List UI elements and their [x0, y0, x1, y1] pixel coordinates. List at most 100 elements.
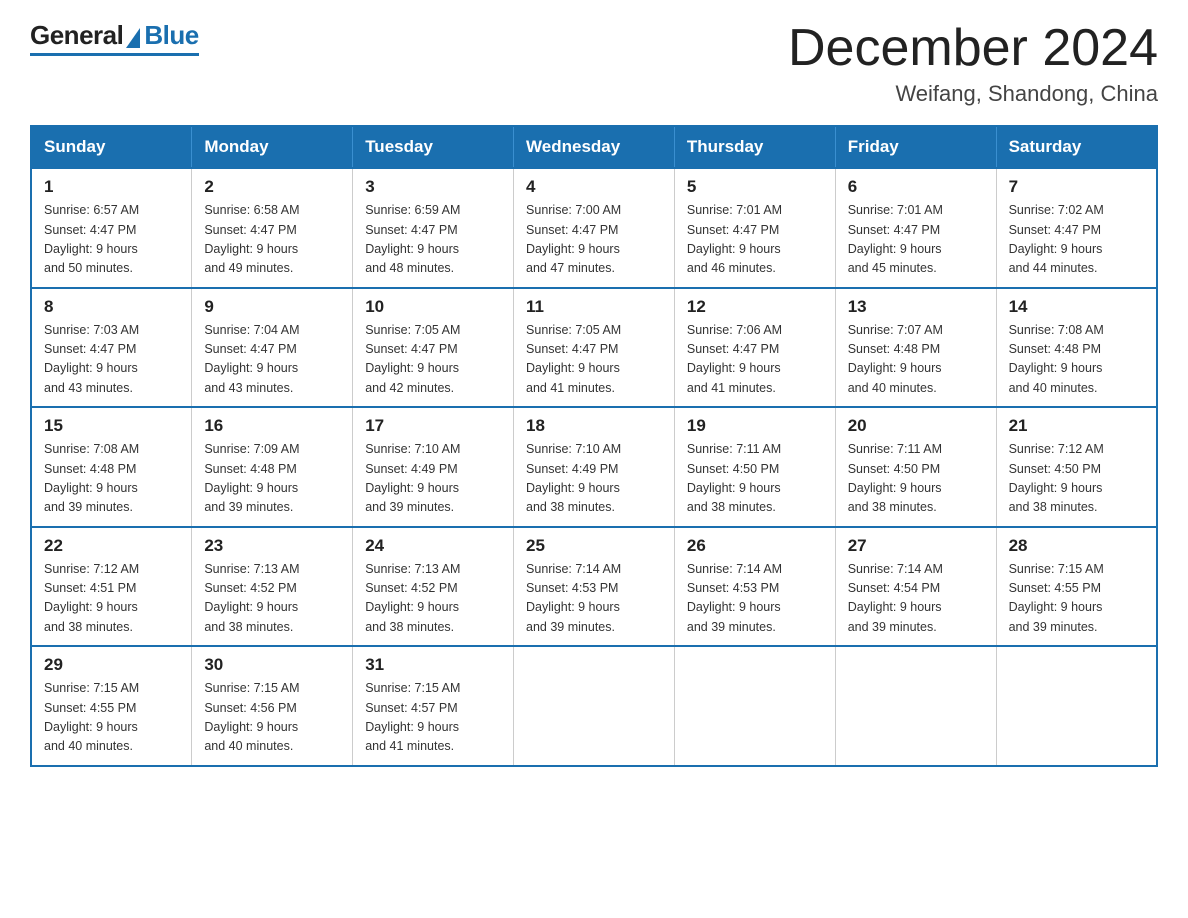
logo-general-text: General — [30, 20, 123, 51]
day-info: Sunrise: 7:04 AMSunset: 4:47 PMDaylight:… — [204, 321, 340, 399]
weekday-header-cell: Sunday — [31, 126, 192, 168]
day-info: Sunrise: 7:11 AMSunset: 4:50 PMDaylight:… — [848, 440, 984, 518]
calendar-day-cell: 13 Sunrise: 7:07 AMSunset: 4:48 PMDayligh… — [835, 288, 996, 408]
day-number: 10 — [365, 297, 501, 317]
day-info: Sunrise: 6:59 AMSunset: 4:47 PMDaylight:… — [365, 201, 501, 279]
day-info: Sunrise: 7:06 AMSunset: 4:47 PMDaylight:… — [687, 321, 823, 399]
calendar-day-cell: 4 Sunrise: 7:00 AMSunset: 4:47 PMDaylight… — [514, 168, 675, 288]
day-number: 27 — [848, 536, 984, 556]
calendar-day-cell: 12 Sunrise: 7:06 AMSunset: 4:47 PMDayligh… — [674, 288, 835, 408]
day-number: 1 — [44, 177, 179, 197]
calendar-week-row: 8 Sunrise: 7:03 AMSunset: 4:47 PMDaylight… — [31, 288, 1157, 408]
calendar-week-row: 22Sunrise: 7:12 AMSunset: 4:51 PMDayligh… — [31, 527, 1157, 647]
day-number: 29 — [44, 655, 179, 675]
calendar-week-row: 1 Sunrise: 6:57 AMSunset: 4:47 PMDaylight… — [31, 168, 1157, 288]
day-number: 7 — [1009, 177, 1144, 197]
day-number: 8 — [44, 297, 179, 317]
day-number: 9 — [204, 297, 340, 317]
calendar-day-cell: 20 Sunrise: 7:11 AMSunset: 4:50 PMDayligh… — [835, 407, 996, 527]
day-info: Sunrise: 7:12 AMSunset: 4:50 PMDaylight:… — [1009, 440, 1144, 518]
day-number: 26 — [687, 536, 823, 556]
day-number: 16 — [204, 416, 340, 436]
weekday-header-cell: Friday — [835, 126, 996, 168]
day-number: 15 — [44, 416, 179, 436]
day-info: Sunrise: 7:02 AMSunset: 4:47 PMDaylight:… — [1009, 201, 1144, 279]
weekday-header-row: SundayMondayTuesdayWednesdayThursdayFrid… — [31, 126, 1157, 168]
day-info: Sunrise: 7:10 AMSunset: 4:49 PMDaylight:… — [526, 440, 662, 518]
day-number: 24 — [365, 536, 501, 556]
calendar-day-cell: 21 Sunrise: 7:12 AMSunset: 4:50 PMDayligh… — [996, 407, 1157, 527]
calendar-day-cell: 2Sunrise: 6:58 AMSunset: 4:47 PMDaylight… — [192, 168, 353, 288]
calendar-day-cell: 18 Sunrise: 7:10 AMSunset: 4:49 PMDayligh… — [514, 407, 675, 527]
day-number: 5 — [687, 177, 823, 197]
calendar-day-cell: 30Sunrise: 7:15 AMSunset: 4:56 PMDayligh… — [192, 646, 353, 766]
day-info: Sunrise: 7:01 AMSunset: 4:47 PMDaylight:… — [848, 201, 984, 279]
day-info: Sunrise: 7:03 AMSunset: 4:47 PMDaylight:… — [44, 321, 179, 399]
day-number: 20 — [848, 416, 984, 436]
day-info: Sunrise: 7:13 AMSunset: 4:52 PMDaylight:… — [365, 560, 501, 638]
day-info: Sunrise: 7:15 AMSunset: 4:55 PMDaylight:… — [1009, 560, 1144, 638]
day-number: 3 — [365, 177, 501, 197]
calendar-day-cell: 27 Sunrise: 7:14 AMSunset: 4:54 PMDayligh… — [835, 527, 996, 647]
logo-triangle-icon — [126, 28, 140, 48]
logo-underline — [30, 53, 199, 56]
day-info: Sunrise: 7:09 AMSunset: 4:48 PMDaylight:… — [204, 440, 340, 518]
day-info: Sunrise: 7:01 AMSunset: 4:47 PMDaylight:… — [687, 201, 823, 279]
calendar-day-cell: 28 Sunrise: 7:15 AMSunset: 4:55 PMDayligh… — [996, 527, 1157, 647]
day-number: 18 — [526, 416, 662, 436]
calendar-day-cell — [835, 646, 996, 766]
day-number: 25 — [526, 536, 662, 556]
calendar-day-cell: 16 Sunrise: 7:09 AMSunset: 4:48 PMDayligh… — [192, 407, 353, 527]
day-info: Sunrise: 7:14 AMSunset: 4:53 PMDaylight:… — [687, 560, 823, 638]
day-number: 4 — [526, 177, 662, 197]
day-info: Sunrise: 6:57 AMSunset: 4:47 PMDaylight:… — [44, 201, 179, 279]
day-number: 13 — [848, 297, 984, 317]
weekday-header-cell: Monday — [192, 126, 353, 168]
day-number: 28 — [1009, 536, 1144, 556]
day-info: Sunrise: 7:15 AMSunset: 4:56 PMDaylight:… — [204, 679, 340, 757]
calendar-day-cell — [514, 646, 675, 766]
calendar-day-cell: 1 Sunrise: 6:57 AMSunset: 4:47 PMDaylight… — [31, 168, 192, 288]
month-year-title: December 2024 — [788, 20, 1158, 77]
calendar-day-cell: 23Sunrise: 7:13 AMSunset: 4:52 PMDayligh… — [192, 527, 353, 647]
day-info: Sunrise: 7:00 AMSunset: 4:47 PMDaylight:… — [526, 201, 662, 279]
day-number: 2 — [204, 177, 340, 197]
calendar-day-cell: 31Sunrise: 7:15 AMSunset: 4:57 PMDayligh… — [353, 646, 514, 766]
calendar-day-cell: 22Sunrise: 7:12 AMSunset: 4:51 PMDayligh… — [31, 527, 192, 647]
calendar-day-cell: 10 Sunrise: 7:05 AMSunset: 4:47 PMDayligh… — [353, 288, 514, 408]
day-number: 12 — [687, 297, 823, 317]
calendar-day-cell: 11Sunrise: 7:05 AMSunset: 4:47 PMDayligh… — [514, 288, 675, 408]
day-info: Sunrise: 7:07 AMSunset: 4:48 PMDaylight:… — [848, 321, 984, 399]
day-number: 14 — [1009, 297, 1144, 317]
day-info: Sunrise: 7:11 AMSunset: 4:50 PMDaylight:… — [687, 440, 823, 518]
calendar-day-cell — [996, 646, 1157, 766]
day-number: 31 — [365, 655, 501, 675]
page-header: General Blue December 2024 Weifang, Shan… — [30, 20, 1158, 107]
calendar-week-row: 15Sunrise: 7:08 AMSunset: 4:48 PMDayligh… — [31, 407, 1157, 527]
day-info: Sunrise: 7:14 AMSunset: 4:53 PMDaylight:… — [526, 560, 662, 638]
day-info: Sunrise: 7:14 AMSunset: 4:54 PMDaylight:… — [848, 560, 984, 638]
day-info: Sunrise: 7:10 AMSunset: 4:49 PMDaylight:… — [365, 440, 501, 518]
day-info: Sunrise: 7:12 AMSunset: 4:51 PMDaylight:… — [44, 560, 179, 638]
calendar-week-row: 29 Sunrise: 7:15 AMSunset: 4:55 PMDayligh… — [31, 646, 1157, 766]
calendar-day-cell: 7 Sunrise: 7:02 AMSunset: 4:47 PMDaylight… — [996, 168, 1157, 288]
calendar-day-cell: 29 Sunrise: 7:15 AMSunset: 4:55 PMDayligh… — [31, 646, 192, 766]
day-info: Sunrise: 7:13 AMSunset: 4:52 PMDaylight:… — [204, 560, 340, 638]
day-number: 17 — [365, 416, 501, 436]
title-section: December 2024 Weifang, Shandong, China — [788, 20, 1158, 107]
calendar-body: 1 Sunrise: 6:57 AMSunset: 4:47 PMDaylight… — [31, 168, 1157, 766]
day-info: Sunrise: 7:15 AMSunset: 4:55 PMDaylight:… — [44, 679, 179, 757]
calendar-day-cell: 17 Sunrise: 7:10 AMSunset: 4:49 PMDayligh… — [353, 407, 514, 527]
calendar-day-cell: 9 Sunrise: 7:04 AMSunset: 4:47 PMDaylight… — [192, 288, 353, 408]
weekday-header-cell: Tuesday — [353, 126, 514, 168]
day-number: 21 — [1009, 416, 1144, 436]
logo: General Blue — [30, 20, 199, 56]
calendar-day-cell: 14Sunrise: 7:08 AMSunset: 4:48 PMDayligh… — [996, 288, 1157, 408]
weekday-header-cell: Thursday — [674, 126, 835, 168]
calendar-day-cell: 3 Sunrise: 6:59 AMSunset: 4:47 PMDaylight… — [353, 168, 514, 288]
calendar-day-cell: 24 Sunrise: 7:13 AMSunset: 4:52 PMDayligh… — [353, 527, 514, 647]
calendar-day-cell: 25 Sunrise: 7:14 AMSunset: 4:53 PMDayligh… — [514, 527, 675, 647]
day-info: Sunrise: 7:05 AMSunset: 4:47 PMDaylight:… — [365, 321, 501, 399]
calendar-day-cell — [674, 646, 835, 766]
logo-blue-text: Blue — [144, 20, 198, 51]
